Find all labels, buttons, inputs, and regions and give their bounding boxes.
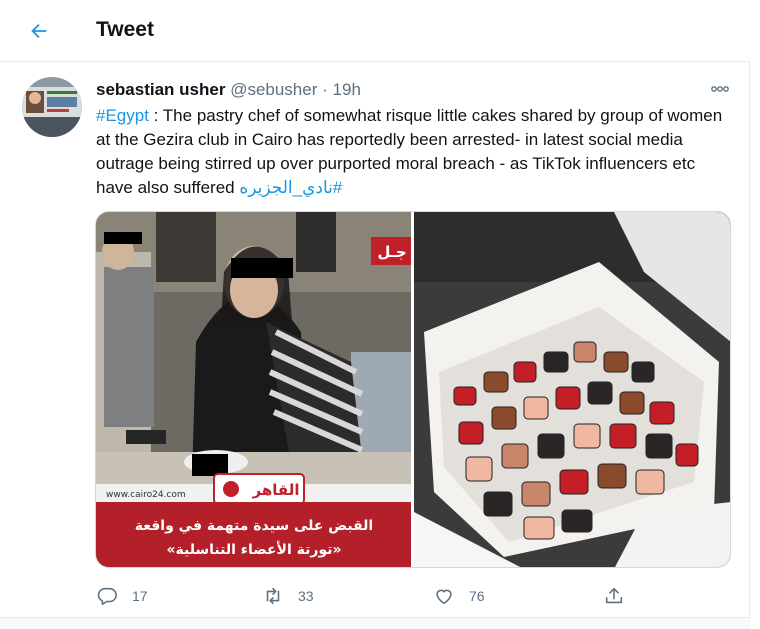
hashtag-egypt-link[interactable]: #Egypt: [96, 106, 149, 125]
tweet: sebastian usher @sebusher · 19h #Egypt :…: [0, 63, 750, 618]
share-button[interactable]: [603, 581, 625, 611]
hashtag-arabic-link[interactable]: #نادي_الجزيره: [239, 178, 342, 197]
back-button[interactable]: [20, 12, 58, 50]
more-options-button[interactable]: [708, 77, 732, 101]
author-handle[interactable]: @sebusher: [230, 80, 317, 99]
more-horizontal-icon: [711, 86, 729, 92]
tweet-actions: 17 33 76: [96, 581, 656, 611]
author-name[interactable]: sebastian usher: [96, 80, 225, 99]
news-logo-text: القاهر: [252, 481, 300, 499]
page-header: Tweet: [0, 0, 750, 62]
corner-tag: جـل: [377, 243, 406, 261]
retweet-count: 33: [298, 588, 314, 604]
tweet-text: #Egypt : The pastry chef of somewhat ris…: [96, 104, 736, 200]
news-site-url: www.cairo24.com: [106, 490, 186, 500]
media-grid: جـل www.cairo24.com القاهر القبض على سيد…: [95, 211, 731, 568]
heart-icon: [436, 589, 452, 605]
retweet-icon: [266, 587, 280, 605]
tweet-header: sebastian usher @sebusher · 19h: [96, 80, 361, 102]
reply-button[interactable]: 17: [96, 581, 148, 611]
separator-dot: ·: [322, 80, 328, 99]
arrow-left-icon: [31, 23, 47, 39]
tweet-time[interactable]: 19h: [333, 80, 361, 99]
tweet-body-text: : The pastry chef of somewhat risque lit…: [96, 106, 723, 197]
media-image-news[interactable]: جـل www.cairo24.com القاهر القبض على سيد…: [96, 212, 411, 567]
page-title: Tweet: [96, 18, 154, 41]
like-button[interactable]: 76: [433, 581, 485, 611]
retweet-button[interactable]: 33: [262, 581, 314, 611]
news-caption-line1: القبض على سيدة متهمة في واقعة: [135, 518, 374, 534]
avatar[interactable]: [22, 77, 82, 137]
media-image-cakes[interactable]: [414, 212, 730, 567]
reply-count: 17: [132, 588, 148, 604]
reply-icon: [97, 587, 117, 606]
like-count: 76: [469, 588, 485, 604]
share-icon: [605, 587, 623, 604]
news-caption-line2: «تورتة الأعضاء التناسلية»: [166, 541, 341, 558]
bottom-divider: [0, 617, 750, 629]
tweet-detail-column: Tweet sebastian usher @sebusher · 19h #E…: [0, 0, 750, 629]
